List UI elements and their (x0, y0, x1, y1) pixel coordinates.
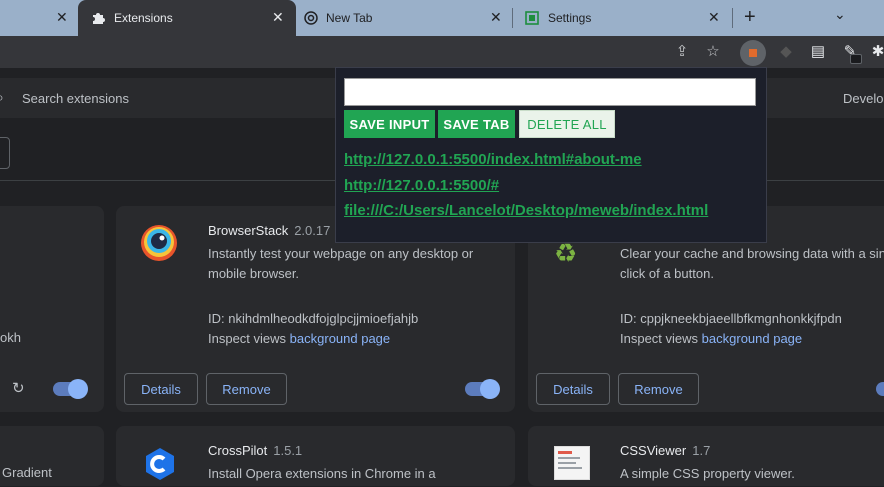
close-icon[interactable]: ✕ (272, 9, 284, 26)
enable-toggle[interactable] (465, 379, 500, 399)
browserstack-logo-icon (140, 224, 178, 262)
saved-link[interactable]: http://127.0.0.1:5500/# (344, 177, 499, 194)
toolbar-button[interactable] (0, 137, 10, 169)
remove-button[interactable]: Remove (618, 373, 699, 405)
close-icon[interactable]: ✕ (708, 9, 720, 26)
remove-button[interactable]: Remove (206, 373, 287, 405)
tab-title: Extensions (114, 11, 173, 25)
tab-title: New Tab (326, 11, 373, 25)
close-icon[interactable]: ✕ (490, 9, 502, 26)
extension-name-partial: Gradient (2, 465, 52, 480)
extension-name: BrowserStack 2.0.17 (208, 223, 331, 238)
extension-id: ID: cppjkneekbjaeellbfkmgnhonkkjfpdn (620, 311, 842, 326)
inspect-views: Inspect views background page (620, 331, 803, 346)
extension-name: CrossPilot 1.5.1 (208, 443, 303, 458)
tab-separator (512, 8, 513, 28)
saved-link[interactable]: file:///C:/Users/Lancelot/Desktop/meweb/… (344, 202, 708, 219)
details-button[interactable]: Details (536, 373, 610, 405)
tab-settings[interactable]: Settings ✕ (520, 0, 730, 36)
inspect-views: Inspect views background page (208, 331, 391, 346)
extension-name: CSSViewer 1.7 (620, 443, 711, 458)
extension-id-tail: okh (0, 330, 21, 345)
tab-extensions[interactable]: Extensions ✕ (78, 0, 296, 36)
share-icon[interactable]: ⇪ (672, 42, 692, 62)
tab-separator (732, 8, 733, 28)
url-input[interactable] (344, 78, 756, 106)
address-bar[interactable] (0, 36, 734, 68)
enable-toggle[interactable] (53, 379, 88, 399)
reload-icon[interactable]: ↻ (12, 379, 25, 397)
new-tab-plus-icon[interactable]: + (744, 6, 756, 29)
save-tab-button[interactable]: SAVE TAB (438, 110, 515, 138)
extension-description: Install Opera extensions in Chrome in a (208, 466, 436, 481)
developer-mode-label[interactable]: Develop (843, 91, 884, 106)
search-input[interactable]: Search extensions (22, 91, 129, 106)
search-icon: ⌕ (0, 89, 4, 106)
puzzle-icon[interactable]: ✱ (868, 42, 884, 62)
extension-id: ID: nkihdmlheodkdfojglpcjjmioefjahjb (208, 311, 419, 326)
extension-description: Clear your cache and browsing data with … (620, 246, 884, 281)
close-icon[interactable]: ✕ (56, 9, 68, 26)
chrome-icon (304, 11, 318, 25)
extension-version: 1.5.1 (273, 443, 303, 458)
save-input-button[interactable]: SAVE INPUT (344, 110, 435, 138)
settings-icon (524, 10, 540, 26)
puzzle-icon (90, 10, 106, 26)
enable-toggle[interactable] (876, 382, 884, 396)
extension-description: A simple CSS property viewer. (620, 466, 795, 481)
saved-link[interactable]: http://127.0.0.1:5500/index.html#about-m… (344, 151, 642, 168)
tab-new-tab[interactable]: New Tab ✕ (304, 0, 508, 36)
extension-version: 2.0.17 (294, 223, 331, 238)
background-page-link[interactable]: background page (702, 331, 802, 346)
background-page-link[interactable]: background page (290, 331, 390, 346)
extension-description: Instantly test your webpage on any deskt… (208, 246, 474, 281)
bookmark-star-icon[interactable]: ☆ (703, 42, 723, 62)
cssviewer-logo-icon (554, 446, 590, 480)
delete-all-button[interactable]: DELETE ALL (519, 110, 615, 138)
extension-version: 1.7 (692, 443, 711, 458)
chevron-down-icon[interactable]: ⌄ (834, 6, 846, 23)
calendar-icon[interactable]: ▤ (808, 42, 828, 62)
details-button[interactable]: Details (124, 373, 198, 405)
badge (850, 54, 862, 64)
tab-title: Settings (548, 11, 592, 25)
extension-icon[interactable]: ◆ (776, 42, 796, 62)
extension-active-icon[interactable] (740, 40, 766, 66)
